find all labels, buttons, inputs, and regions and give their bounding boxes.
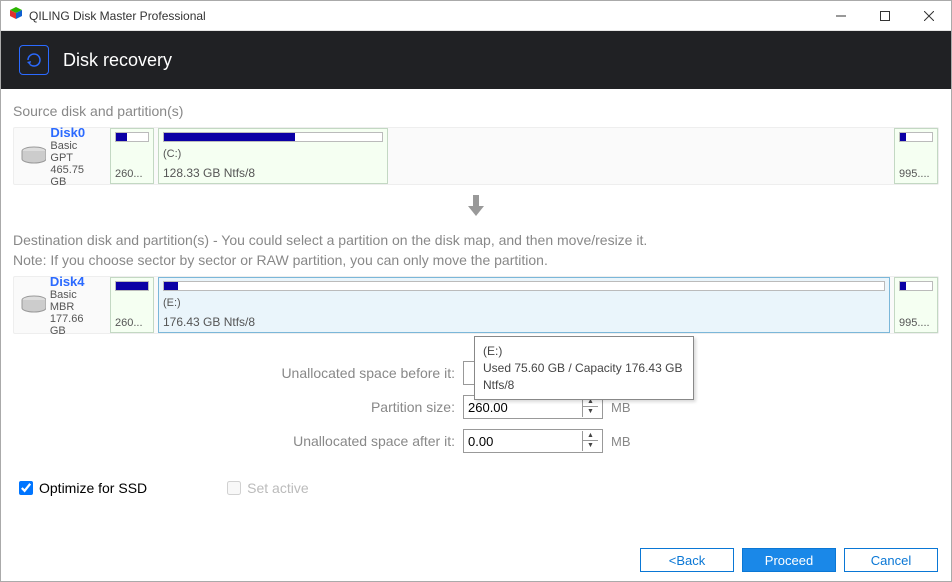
partition-tooltip: (E:) Used 75.60 GB / Capacity 176.43 GB … [474,336,694,400]
recovery-icon [19,45,49,75]
arrow-down-icon [13,195,939,222]
unalloc-after-label: Unallocated space after it: [13,433,463,449]
back-button[interactable]: <Back [640,548,734,572]
dest-partition-2[interactable]: 995.... [894,277,938,333]
proceed-button[interactable]: Proceed [742,548,836,572]
dest-partition-0[interactable]: 260... [110,277,154,333]
close-button[interactable] [907,1,951,30]
source-disk-size: 465.75 GB [50,164,100,188]
footer-buttons: <Back Proceed Cancel [640,548,938,572]
partition-size-label: Partition size: [13,399,463,415]
minimize-button[interactable] [819,1,863,30]
cancel-button[interactable]: Cancel [844,548,938,572]
page-title: Disk recovery [63,50,172,71]
set-active-checkbox: Set active [227,480,308,496]
disk-icon [20,294,46,316]
dest-disk-size: 177.66 GB [50,313,100,337]
titlebar: QILING Disk Master Professional [1,1,951,31]
tooltip-line2: Used 75.60 GB / Capacity 176.43 GB [483,360,685,377]
source-partition-0[interactable]: 260... [110,128,154,184]
tooltip-line3: Ntfs/8 [483,377,685,394]
unalloc-after-spinner[interactable]: ▲▼ [582,431,598,451]
maximize-button[interactable] [863,1,907,30]
unit-label: MB [611,400,641,415]
tooltip-line1: (E:) [483,343,685,360]
dest-disk-info[interactable]: Disk4 Basic MBR 177.66 GB [14,277,106,333]
source-disk-name: Disk0 [50,125,100,140]
source-disk-row: Disk0 Basic GPT 465.75 GB 260... (C:) 12… [13,127,939,185]
unalloc-before-label: Unallocated space before it: [13,365,463,381]
page-header: Disk recovery [1,31,951,89]
unalloc-after-input[interactable]: 0.00 ▲▼ [463,429,603,453]
dest-disk-name: Disk4 [50,274,100,289]
window-title: QILING Disk Master Professional [29,9,206,23]
dest-note: Note: If you choose sector by sector or … [13,252,939,268]
source-partition-2[interactable]: 995.... [894,128,938,184]
disk-icon [20,145,46,167]
dest-partition-e[interactable]: (E:) 176.43 GB Ntfs/8 [158,277,890,333]
source-disk-type: Basic GPT [50,140,100,164]
dest-disk-row: Disk4 Basic MBR 177.66 GB 260... (E:) 17… [13,276,939,334]
source-disk-info[interactable]: Disk0 Basic GPT 465.75 GB [14,128,106,184]
source-partition-c[interactable]: (C:) 128.33 GB Ntfs/8 [158,128,388,184]
unit-label-2: MB [611,434,641,449]
optimize-ssd-checkbox[interactable]: Optimize for SSD [19,480,147,496]
dest-label: Destination disk and partition(s) - You … [13,232,939,248]
dest-disk-type: Basic MBR [50,289,100,313]
source-label: Source disk and partition(s) [13,103,939,119]
app-icon [9,6,23,25]
